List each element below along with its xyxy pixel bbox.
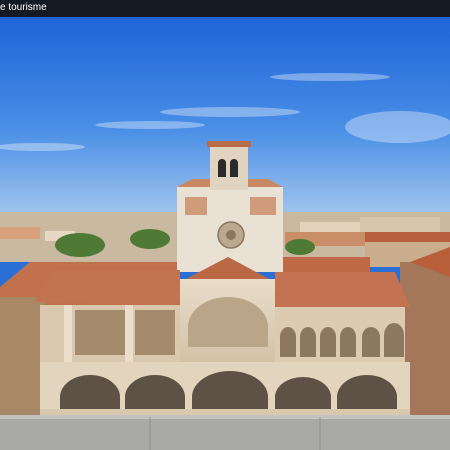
right-roof-a <box>280 257 370 272</box>
bell-tower <box>210 145 248 190</box>
courtyard-roof-right <box>275 272 410 307</box>
bell-arch-left <box>218 159 226 177</box>
courtyard-roof-left <box>34 270 180 305</box>
caption-text: e tourisme <box>0 2 47 13</box>
bell-arch-right <box>230 159 238 177</box>
foreground-parapet <box>0 415 450 450</box>
photo-scene <box>0 17 450 450</box>
top-caption-bar: e tourisme <box>0 0 450 17</box>
left-wall <box>0 297 45 427</box>
